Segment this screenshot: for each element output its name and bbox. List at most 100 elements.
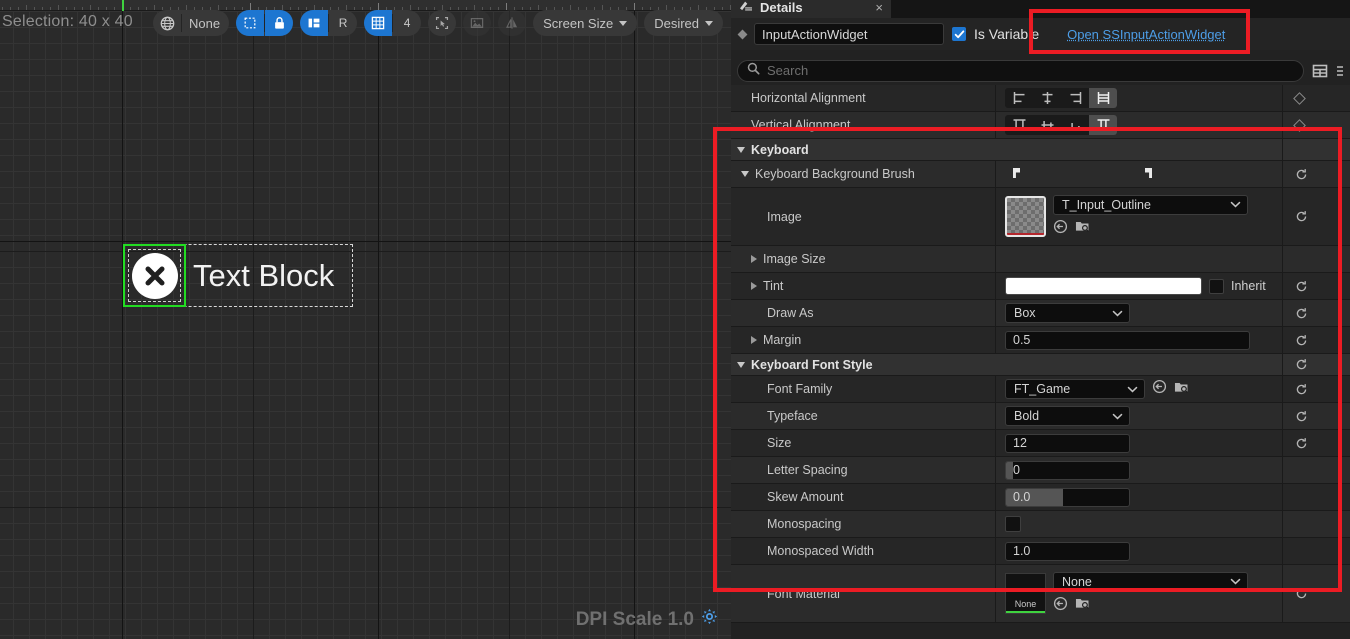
vertical-alignment-top[interactable] — [1005, 115, 1033, 135]
vertical-alignment-value-cell[interactable] — [996, 112, 1282, 138]
viewport-toolbar[interactable]: None — [153, 10, 723, 36]
font-family-reset-cell[interactable] — [1282, 376, 1350, 402]
font-family-dropdown[interactable]: FT_Game — [1005, 379, 1145, 399]
expand-triangle-icon[interactable] — [751, 282, 757, 290]
collapse-triangle-icon[interactable] — [737, 362, 745, 368]
is-variable-checkbox[interactable] — [952, 27, 966, 41]
letter-spacing-value-cell[interactable]: 0 — [996, 457, 1282, 483]
open-slate-widget-link[interactable]: Open SSInputActionWidget — [1067, 27, 1225, 42]
details-panel[interactable]: Details × InputActionWidget Is Variable … — [731, 0, 1350, 639]
browse-asset-icon[interactable] — [1174, 380, 1189, 399]
use-selected-asset-icon[interactable] — [1053, 219, 1068, 239]
keyboard-background-brush-value-cell[interactable] — [996, 161, 1282, 187]
reset-to-default-icon[interactable] — [1295, 168, 1308, 181]
reset-diamond-icon[interactable] — [1293, 92, 1306, 105]
property-row-font-material[interactable]: Font MaterialNoneNone — [731, 565, 1350, 623]
typeface-value-cell[interactable]: Bold — [996, 403, 1282, 429]
font-family-value-cell[interactable]: FT_Game — [996, 376, 1282, 402]
horizontal-alignment-left[interactable] — [1005, 88, 1033, 108]
draw-as-value-cell[interactable]: Box — [996, 300, 1282, 326]
font-family-actions[interactable] — [1152, 379, 1189, 399]
snap-mode-group[interactable]: None — [153, 10, 229, 36]
vertical-alignment-buttons[interactable] — [1005, 115, 1117, 135]
margin-input[interactable]: 0.5 — [1005, 331, 1250, 350]
screen-size-dropdown[interactable]: Screen Size — [533, 10, 637, 36]
expand-triangle-icon[interactable] — [751, 255, 757, 263]
monospaced-width-input[interactable]: 1.0 — [1005, 542, 1130, 561]
reset-to-default-icon[interactable] — [1295, 280, 1308, 293]
font-material-actions[interactable] — [1053, 596, 1248, 616]
grid-size-label[interactable]: 4 — [393, 10, 421, 36]
property-row-tint[interactable]: TintInherit — [731, 273, 1350, 300]
font-material-reset-cell[interactable] — [1282, 565, 1350, 622]
grid-snap-icon[interactable] — [364, 10, 392, 36]
fill-mode-dropdown[interactable]: Desired — [644, 10, 723, 36]
globe-icon[interactable] — [153, 10, 181, 36]
skew-amount-value-cell[interactable]: 0.0 — [996, 484, 1282, 510]
settings-gear-icon[interactable] — [701, 608, 718, 631]
horizontal-alignment-reset-cell[interactable] — [1282, 85, 1350, 111]
expand-triangle-icon[interactable] — [751, 336, 757, 344]
property-row-image-size[interactable]: Image Size — [731, 246, 1350, 273]
typeface-reset-cell[interactable] — [1282, 403, 1350, 429]
widget-preview[interactable]: Text Block — [123, 244, 353, 307]
property-table[interactable]: Horizontal AlignmentVertical AlignmentKe… — [731, 85, 1350, 639]
select-tool-icon[interactable] — [428, 10, 456, 36]
reset-diamond-icon[interactable] — [1293, 119, 1306, 132]
vertical-alignment-bottom[interactable] — [1061, 115, 1089, 135]
snap-mode-label[interactable]: None — [182, 16, 229, 31]
mirror-group[interactable] — [498, 10, 526, 36]
font-material-thumbnail[interactable]: None — [1005, 573, 1046, 614]
browse-asset-icon[interactable] — [1075, 596, 1090, 615]
browse-asset-icon[interactable] — [1075, 219, 1090, 238]
horizontal-alignment-buttons[interactable] — [1005, 88, 1117, 108]
vertical-alignment-center[interactable] — [1033, 115, 1061, 135]
property-row-image[interactable]: ImageT_Input_Outline — [731, 188, 1350, 246]
pin-diamond-icon[interactable] — [738, 29, 748, 39]
draw-as-dropdown[interactable]: Box — [1005, 303, 1130, 323]
property-row-letter-spacing[interactable]: Letter Spacing0 — [731, 457, 1350, 484]
property-row-size[interactable]: Size12 — [731, 430, 1350, 457]
image-value-cell[interactable]: T_Input_Outline — [996, 188, 1282, 245]
font-material-value-cell[interactable]: NoneNone — [996, 565, 1282, 622]
image-asset-thumbnail[interactable] — [1005, 196, 1046, 237]
monospacing-reset-cell[interactable] — [1282, 511, 1350, 537]
widget-name-input[interactable]: InputActionWidget — [754, 23, 944, 45]
selection-snap-group[interactable] — [236, 10, 293, 36]
letter-spacing-reset-cell[interactable] — [1282, 457, 1350, 483]
collapse-triangle-icon[interactable] — [741, 171, 749, 177]
property-row-horizontal-alignment[interactable]: Horizontal Alignment — [731, 85, 1350, 112]
layout-snap-icon[interactable] — [300, 10, 328, 36]
property-row-font-family[interactable]: Font FamilyFT_Game — [731, 376, 1350, 403]
tab-details[interactable]: Details × — [731, 0, 891, 18]
selection-snap-icon[interactable] — [236, 10, 264, 36]
monospaced-width-value-cell[interactable]: 1.0 — [996, 538, 1282, 564]
use-selected-asset-icon[interactable] — [1152, 379, 1167, 399]
size-value-cell[interactable]: 12 — [996, 430, 1282, 456]
image-preview-icon[interactable] — [463, 10, 491, 36]
use-selected-asset-icon[interactable] — [1053, 596, 1068, 616]
inherit-swatch[interactable] — [1209, 279, 1224, 294]
monospaced-width-reset-cell[interactable] — [1282, 538, 1350, 564]
image-size-value-cell[interactable] — [996, 246, 1282, 272]
lock-icon[interactable] — [265, 10, 293, 36]
margin-reset-cell[interactable] — [1282, 327, 1350, 353]
select-tool-group[interactable] — [428, 10, 456, 36]
horizontal-alignment-value-cell[interactable] — [996, 85, 1282, 111]
property-row-typeface[interactable]: TypefaceBold — [731, 403, 1350, 430]
search-input[interactable]: Search — [737, 60, 1304, 82]
monospacing-value-cell[interactable] — [996, 511, 1282, 537]
close-icon[interactable]: × — [875, 0, 883, 15]
reset-to-default-icon[interactable] — [1295, 334, 1308, 347]
property-row-keyboard-background-brush[interactable]: Keyboard Background Brush — [731, 161, 1350, 188]
dpi-scale-indicator[interactable]: DPI Scale 1.0 — [576, 608, 718, 631]
skew-amount-slider[interactable]: 0.0 — [1005, 488, 1130, 507]
tint-value-cell[interactable]: Inherit — [996, 273, 1282, 299]
property-row-draw-as[interactable]: Draw AsBox — [731, 300, 1350, 327]
rotation-snap-label[interactable]: R — [329, 10, 357, 36]
image-reset-cell[interactable] — [1282, 188, 1350, 245]
reset-to-default-icon[interactable] — [1295, 587, 1308, 600]
reset-to-default-icon[interactable] — [1295, 437, 1308, 450]
property-row-keyboard-font-style[interactable]: Keyboard Font Style — [731, 354, 1350, 376]
property-row-monospacing[interactable]: Monospacing — [731, 511, 1350, 538]
